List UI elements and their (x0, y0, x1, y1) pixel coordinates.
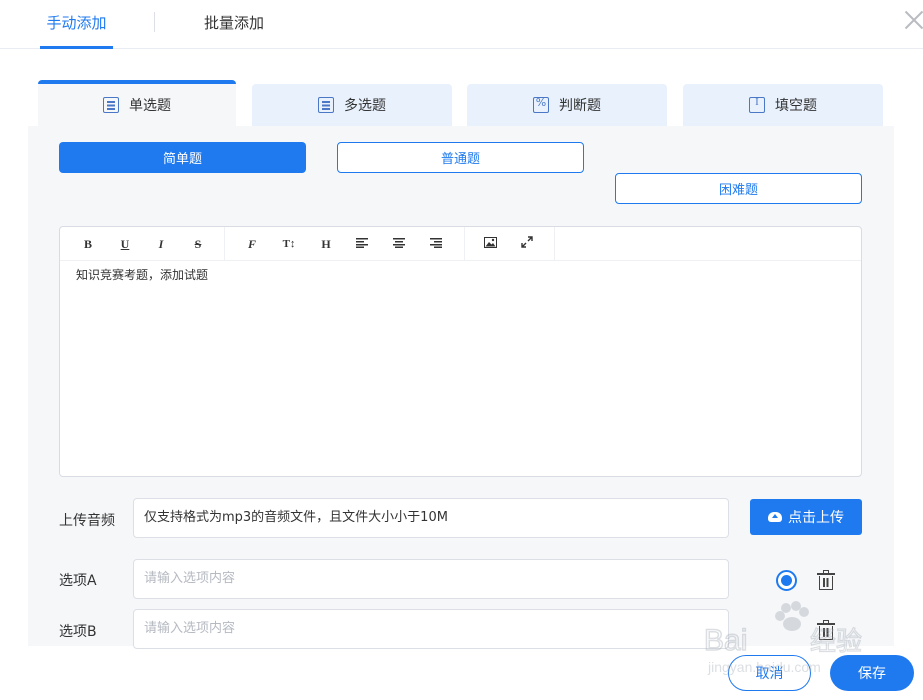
option-b-delete-icon[interactable] (817, 620, 835, 640)
tab-multiple-choice[interactable]: 多选题 (252, 84, 452, 126)
tab-label: 填空题 (775, 98, 817, 114)
rich-text-editor[interactable]: B U I S F T↕ H 知识竞赛考题，添加试题 (59, 226, 862, 477)
image-icon[interactable] (480, 234, 500, 254)
tab-fill-blank[interactable]: 填空题 (683, 84, 883, 126)
toolbar-divider (554, 227, 555, 261)
heading-button[interactable]: H (316, 234, 336, 254)
font-size-button[interactable]: T↕ (279, 234, 299, 254)
tab-label: 多选题 (344, 98, 386, 114)
cancel-button[interactable]: 取消 (728, 655, 811, 691)
bold-button[interactable]: B (78, 234, 98, 254)
cloud-upload-icon (768, 512, 782, 522)
upload-audio-label: 上传音频 (59, 513, 115, 529)
option-b-label: 选项B (59, 624, 97, 640)
tab-manual-add[interactable]: 手动添加 (40, 0, 113, 49)
option-a-delete-icon[interactable] (817, 570, 835, 590)
underline-button[interactable]: U (115, 234, 135, 254)
toolbar-divider (224, 227, 225, 261)
option-b-input[interactable]: 请输入选项内容 (133, 609, 729, 649)
tab-single-choice[interactable]: 单选题 (38, 80, 236, 126)
option-a-label: 选项A (59, 573, 97, 589)
tab-label: 单选题 (129, 98, 171, 114)
tab-true-false[interactable]: 判断题 (467, 84, 667, 126)
editor-toolbar: B U I S F T↕ H (60, 227, 861, 261)
difficulty-normal-button[interactable]: 普通题 (337, 142, 584, 173)
list-icon (318, 97, 334, 113)
text-cursor-icon (749, 96, 765, 113)
italic-button[interactable]: I (151, 234, 171, 254)
difficulty-easy-button[interactable]: 简单题 (59, 142, 306, 173)
difficulty-hard-button[interactable]: 困难题 (615, 173, 862, 204)
add-question-dialog: 手动添加 批量添加 单选题 多选题 判断题 填空题 简单题 普通题 困难题 B … (0, 0, 923, 700)
upload-button[interactable]: 点击上传 (750, 499, 862, 535)
font-family-button[interactable]: F (242, 234, 262, 254)
close-icon[interactable] (902, 8, 923, 32)
tab-divider (154, 12, 155, 32)
upload-button-label: 点击上传 (788, 510, 844, 526)
align-right-icon[interactable] (426, 234, 446, 254)
question-type-tabs: 单选题 多选题 判断题 填空题 (38, 80, 884, 126)
option-a-input[interactable]: 请输入选项内容 (133, 559, 729, 599)
editor-text[interactable]: 知识竞赛考题，添加试题 (76, 266, 208, 283)
percent-icon (533, 96, 549, 113)
top-tabs: 手动添加 批量添加 (0, 0, 923, 49)
save-button[interactable]: 保存 (830, 655, 914, 691)
tab-label: 判断题 (559, 98, 601, 114)
audio-hint-field: 仅支持格式为mp3的音频文件，且文件大小小于10M (133, 498, 729, 538)
align-center-icon[interactable] (389, 234, 409, 254)
list-icon (103, 97, 119, 113)
strikethrough-button[interactable]: S (188, 234, 208, 254)
align-left-icon[interactable] (352, 234, 372, 254)
tab-batch-add[interactable]: 批量添加 (204, 0, 264, 49)
fullscreen-icon[interactable] (517, 234, 537, 254)
option-a-correct-radio[interactable] (776, 570, 797, 591)
toolbar-divider (464, 227, 465, 261)
